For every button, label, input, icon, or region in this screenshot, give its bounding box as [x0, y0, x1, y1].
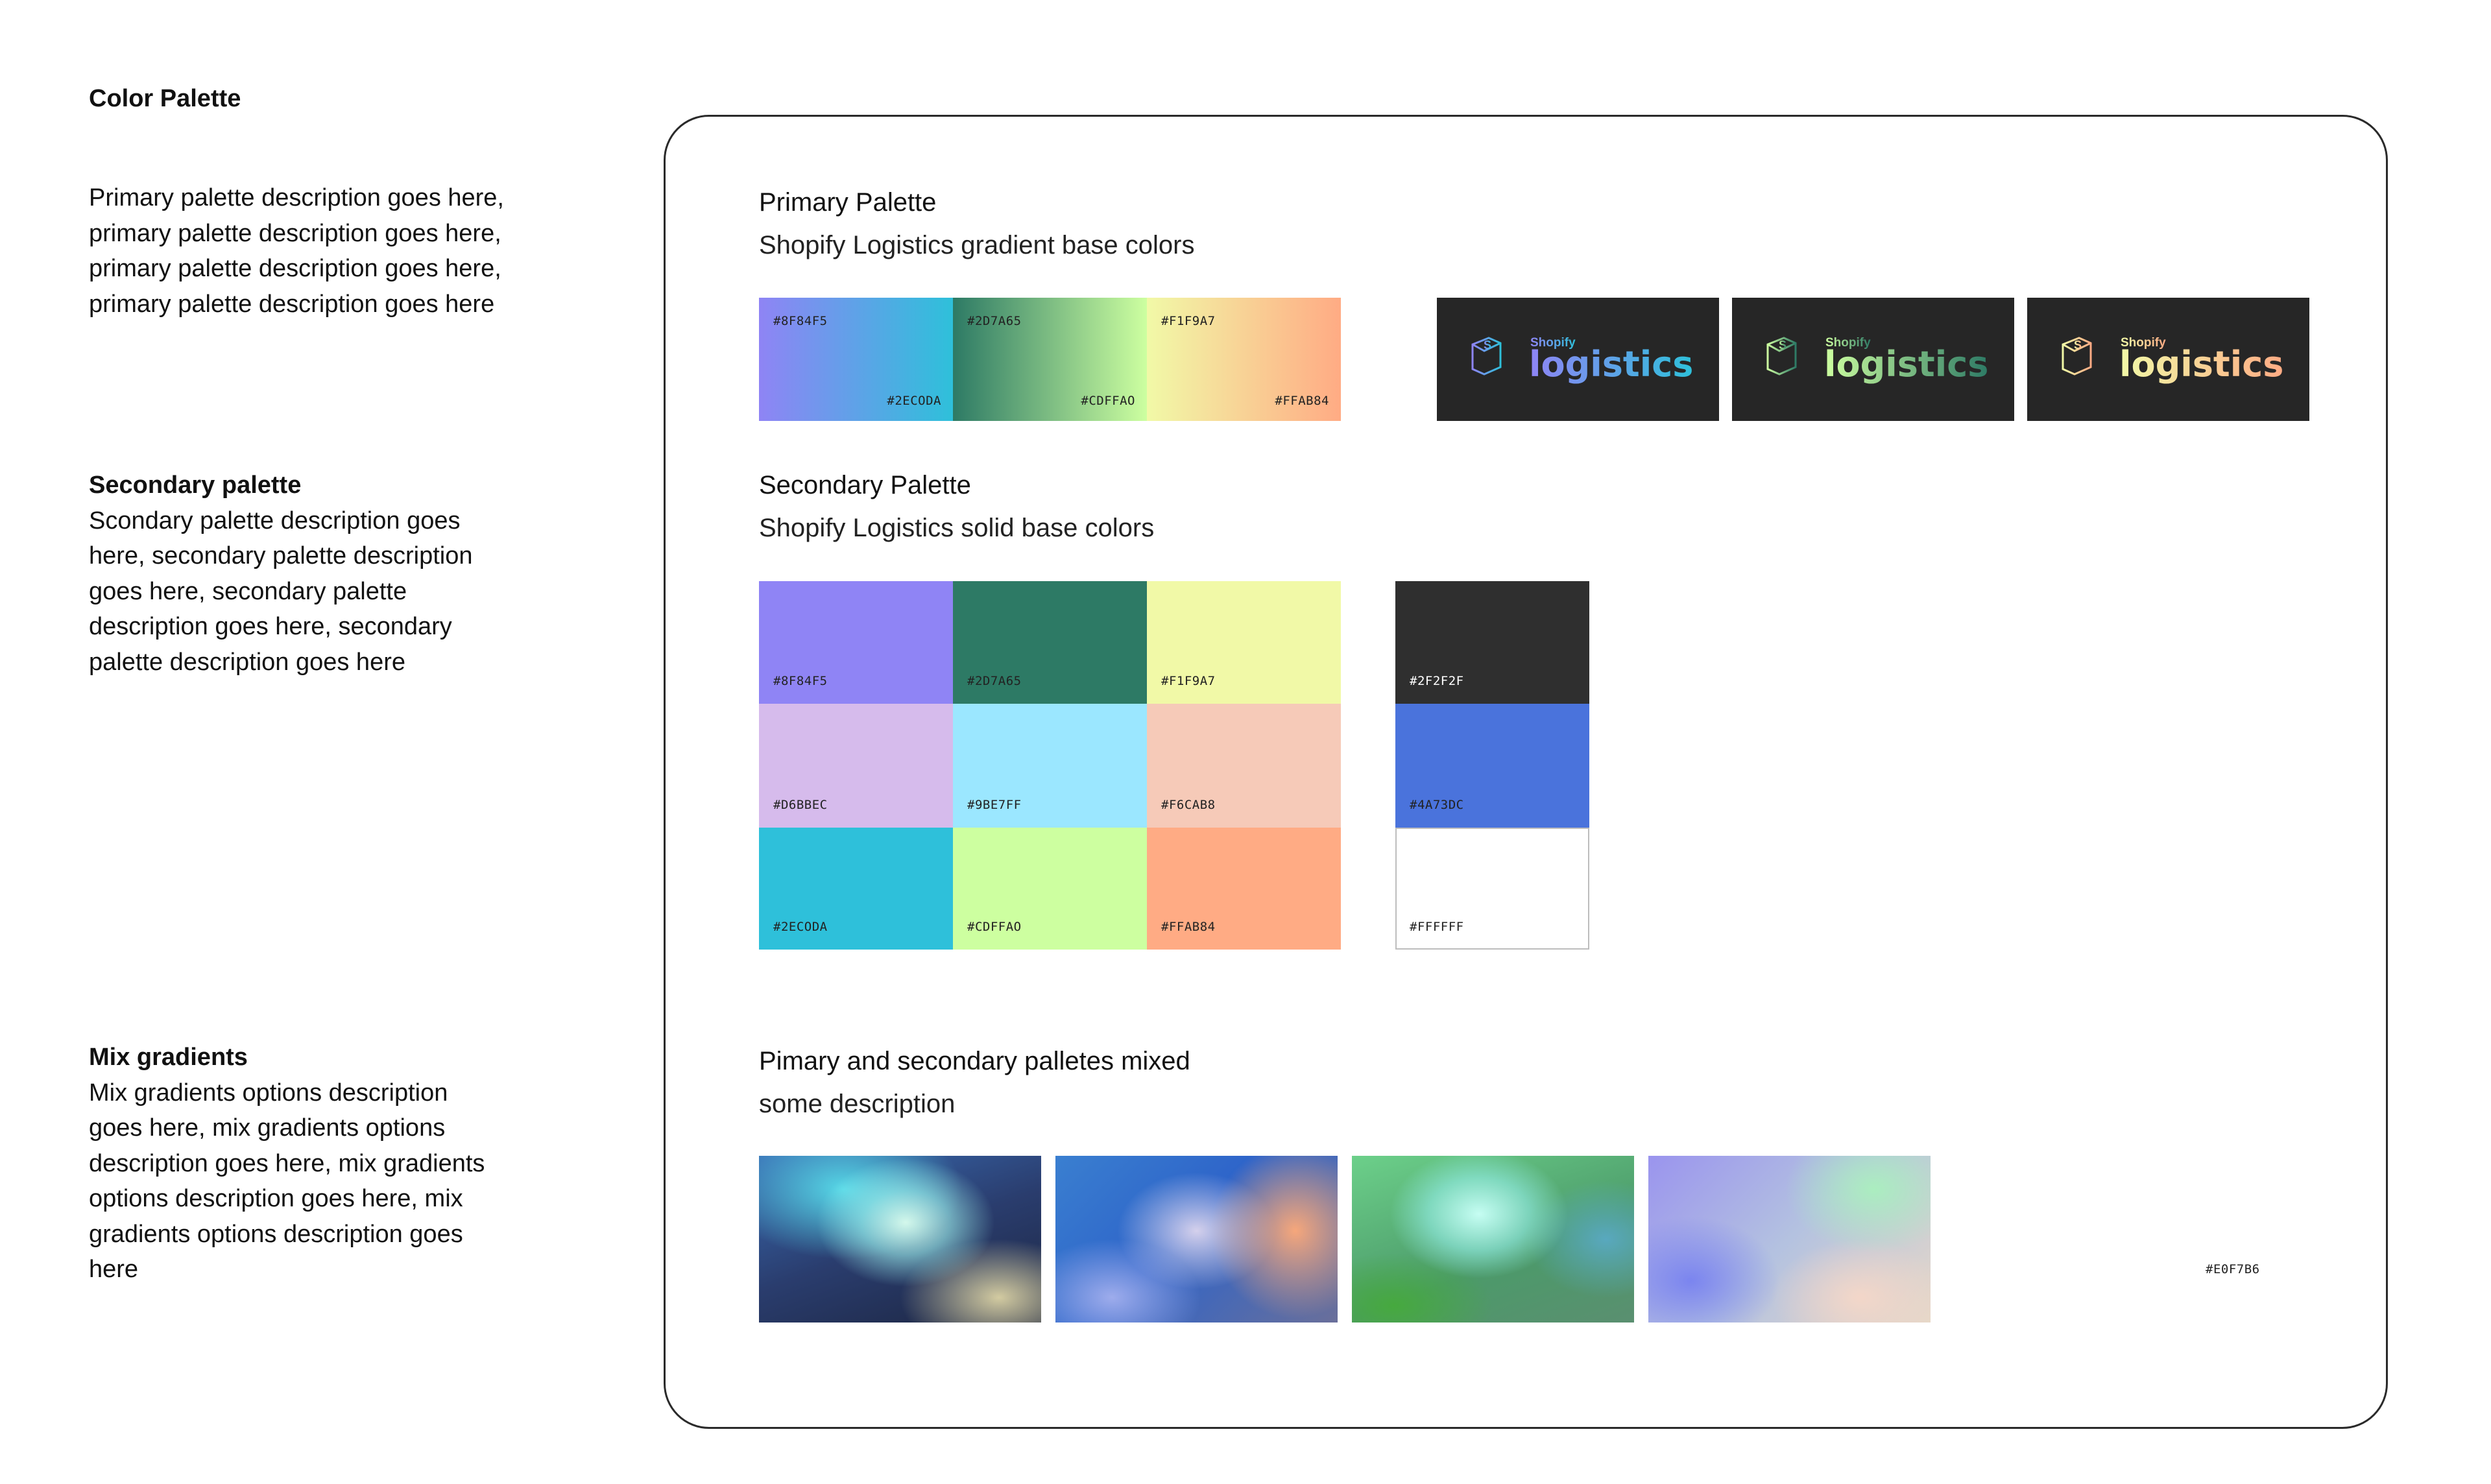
mixed-title: Pimary and secondary palletes mixed: [759, 1047, 1190, 1075]
mix-description-block: Mix gradients Mix gradients options desc…: [89, 1040, 504, 1287]
swatch-hex: #FFFFFF: [1410, 920, 1464, 934]
logo-word: logistics: [1824, 344, 1988, 385]
secondary-palette-title: Secondary Palette: [759, 471, 971, 499]
gradient-end-hex: #2ECODA: [887, 394, 941, 408]
page-title: Color Palette: [89, 85, 241, 112]
gradient-start-hex: #F1F9A7: [1161, 314, 1216, 328]
color-swatch: #F6CAB8: [1147, 704, 1341, 828]
mixed-gradient-1: [759, 1156, 1041, 1322]
gradient-swatch: #F1F9A7 #FFAB84: [1147, 298, 1341, 421]
swatch-hex: #F1F9A7: [1161, 674, 1216, 688]
primary-description: Primary palette description goes here, p…: [89, 184, 504, 318]
secondary-description: Scondary palette description goes here, …: [89, 507, 473, 676]
neutral-swatch: #2F2F2F: [1395, 581, 1589, 704]
primary-palette-title: Primary Palette: [759, 188, 937, 217]
color-swatch: #8F84F5: [759, 581, 953, 704]
mixed-gradient-3: [1352, 1156, 1634, 1322]
swatch-hex: #FFAB84: [1161, 920, 1216, 934]
logo-s-letter: S: [1484, 339, 1491, 352]
color-swatch: #9BE7FF: [953, 704, 1147, 828]
mix-description: Mix gradients options description goes h…: [89, 1079, 485, 1284]
swatch-hex: #2F2F2F: [1410, 674, 1464, 688]
secondary-description-block: Secondary palette Scondary palette descr…: [89, 468, 504, 680]
logo-card: S Shopify logistics: [1437, 298, 1719, 421]
swatch-hex: #9BE7FF: [967, 798, 1022, 812]
color-swatch: #D6BBEC: [759, 704, 953, 828]
gradient-start-hex: #2D7A65: [967, 314, 1022, 328]
mix-heading: Mix gradients: [89, 1044, 248, 1071]
color-swatch: #CDFFAO: [953, 828, 1147, 950]
logo-word: logistics: [1529, 344, 1693, 385]
extra-hex-label: #E0F7B6: [2206, 1262, 2260, 1276]
logo-s-letter: S: [2074, 339, 2082, 352]
neutral-swatch: #4A73DC: [1395, 704, 1589, 828]
swatch-hex: #CDFFAO: [967, 920, 1022, 934]
logo-word: logistics: [2119, 344, 2283, 385]
color-swatch: #FFAB84: [1147, 828, 1341, 950]
mixed-subtitle: some description: [759, 1090, 956, 1118]
swatch-hex: #D6BBEC: [773, 798, 828, 812]
neutral-swatch: #FFFFFF: [1395, 828, 1589, 950]
color-swatch: #2ECODA: [759, 828, 953, 950]
mixed-gradient-4: [1648, 1156, 1931, 1322]
logo-card: S Shopify logistics: [2027, 298, 2309, 421]
mixed-gradient-2: [1055, 1156, 1338, 1322]
swatch-hex: #8F84F5: [773, 674, 828, 688]
secondary-palette-subtitle: Shopify Logistics solid base colors: [759, 514, 1155, 542]
logo-s-letter: S: [1779, 339, 1787, 352]
swatch-hex: #2D7A65: [967, 674, 1022, 688]
secondary-heading: Secondary palette: [89, 472, 302, 499]
primary-description-block: Primary palette description goes here, p…: [89, 180, 504, 322]
swatch-hex: #4A73DC: [1410, 798, 1464, 812]
color-swatch: #F1F9A7: [1147, 581, 1341, 704]
swatch-hex: #2ECODA: [773, 920, 828, 934]
gradient-swatch: #8F84F5 #2ECODA: [759, 298, 953, 421]
gradient-swatch: #2D7A65 #CDFFAO: [953, 298, 1147, 421]
gradient-start-hex: #8F84F5: [773, 314, 828, 328]
swatch-hex: #F6CAB8: [1161, 798, 1216, 812]
logo-card: S Shopify logistics: [1732, 298, 2014, 421]
color-swatch: #2D7A65: [953, 581, 1147, 704]
primary-palette-subtitle: Shopify Logistics gradient base colors: [759, 231, 1195, 259]
gradient-end-hex: #FFAB84: [1275, 394, 1329, 408]
gradient-end-hex: #CDFFAO: [1081, 394, 1135, 408]
